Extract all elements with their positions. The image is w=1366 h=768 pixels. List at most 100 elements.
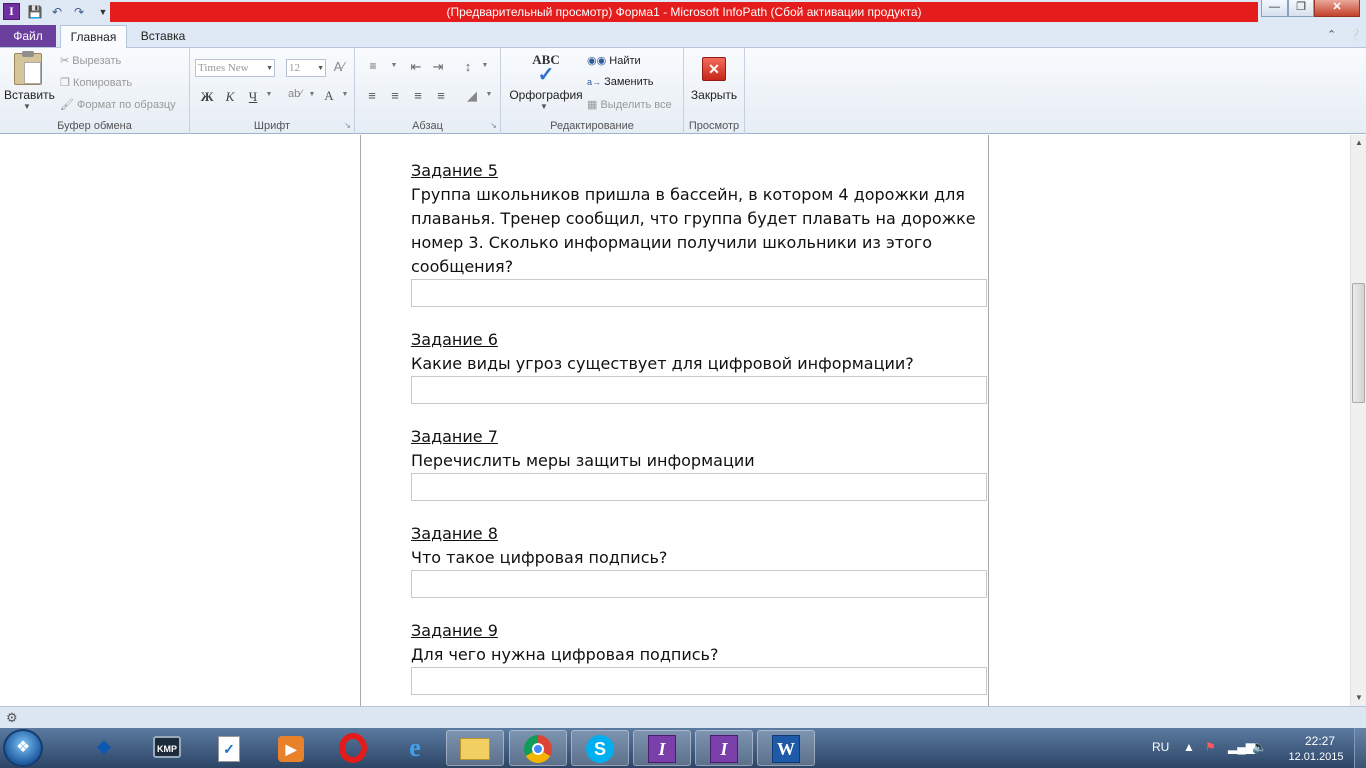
highlight-dropdown-icon[interactable]: ▼ bbox=[303, 91, 321, 98]
taskbar: ❖ ❖ KMP ✓ ▶ e S I I W RU ▲ ⚑ ▂▄▆ 🔈 22:27… bbox=[0, 728, 1366, 768]
media-player-icon[interactable]: ▶ bbox=[262, 730, 320, 766]
minimize-button[interactable]: — bbox=[1261, 0, 1288, 17]
answer-field-9[interactable] bbox=[411, 667, 987, 695]
status-bar: ⚙ bbox=[0, 706, 1366, 728]
network-icon[interactable]: ▂▄▆ bbox=[1228, 740, 1255, 754]
copy-icon: ❐ bbox=[60, 77, 70, 89]
replace-label: Заменить bbox=[604, 76, 654, 88]
copy-button[interactable]: ❐ Копировать bbox=[60, 76, 132, 89]
language-indicator[interactable]: RU bbox=[1152, 740, 1169, 754]
task-question: Какие виды угроз существует для цифровой… bbox=[411, 354, 914, 373]
save-icon[interactable]: 💾 bbox=[27, 4, 43, 20]
infopath-app-icon[interactable]: I bbox=[3, 3, 20, 20]
paste-dropdown-icon[interactable]: ▼ bbox=[23, 102, 31, 111]
file-explorer-icon[interactable] bbox=[446, 730, 504, 766]
action-center-icon[interactable]: ⚑ bbox=[1205, 740, 1216, 754]
font-name-combo[interactable]: Times New Roman ▼ bbox=[195, 59, 275, 77]
justify-icon[interactable]: ≡ bbox=[432, 88, 450, 103]
form-status-icon[interactable]: ⚙ bbox=[6, 710, 18, 726]
answer-field-5[interactable] bbox=[411, 279, 987, 307]
font-size-value: 12 bbox=[289, 62, 300, 74]
undo-icon[interactable]: ↶ bbox=[49, 4, 65, 20]
scrollbar-thumb[interactable] bbox=[1352, 283, 1365, 403]
bold-button[interactable]: Ж bbox=[198, 89, 216, 105]
bullets-icon[interactable]: ≡ bbox=[363, 59, 383, 73]
answer-field-7[interactable] bbox=[411, 473, 987, 501]
internet-explorer-icon[interactable]: e bbox=[386, 730, 444, 766]
select-all-button[interactable]: ▦ Выделить все bbox=[587, 98, 672, 111]
find-button[interactable]: ◉◉ Найти bbox=[587, 54, 641, 67]
line-spacing-icon[interactable]: ↕ bbox=[459, 59, 477, 74]
answer-field-6[interactable] bbox=[411, 376, 987, 404]
increase-indent-icon[interactable]: ⇥ bbox=[429, 59, 447, 75]
dialog-launcher-icon[interactable]: ↘ bbox=[344, 121, 351, 130]
paragraph-group-label: Абзац bbox=[412, 120, 443, 132]
redo-icon[interactable]: ↷ bbox=[71, 4, 87, 20]
close-preview-icon[interactable]: ✕ bbox=[702, 57, 726, 81]
tab-insert[interactable]: Вставка bbox=[131, 25, 195, 47]
format-painter-button[interactable]: 🖌 Формат по образцу bbox=[60, 98, 176, 111]
clear-formatting-icon[interactable]: A⁄ bbox=[330, 59, 348, 74]
customize-qat-icon[interactable]: ▼ bbox=[95, 4, 111, 20]
tab-home[interactable]: Главная bbox=[60, 25, 127, 49]
preview-group-label: Просмотр bbox=[688, 120, 740, 132]
word-icon[interactable]: W bbox=[757, 730, 815, 766]
line-spacing-dropdown-icon[interactable]: ▼ bbox=[476, 62, 494, 69]
opera-icon[interactable] bbox=[324, 730, 382, 766]
vertical-scrollbar[interactable]: ▲ ▼ bbox=[1350, 135, 1366, 706]
underline-dropdown-icon[interactable]: ▼ bbox=[260, 91, 278, 98]
task-question: Для чего нужна цифровая подпись? bbox=[411, 645, 719, 664]
spelling-button[interactable]: Орфография bbox=[505, 88, 587, 102]
dialog-launcher-icon[interactable]: ↘ bbox=[490, 121, 497, 130]
volume-icon[interactable]: 🔈 bbox=[1252, 740, 1267, 754]
chrome-icon[interactable] bbox=[509, 730, 567, 766]
spelling-icon[interactable]: ABC ✓ bbox=[529, 52, 563, 85]
task-7: Задание 7 Перечислить меры защиты информ… bbox=[411, 425, 987, 473]
bluetooth-icon[interactable]: ❖ bbox=[75, 730, 133, 766]
maximize-button[interactable]: ❐ bbox=[1288, 0, 1314, 17]
shading-dropdown-icon[interactable]: ▼ bbox=[480, 91, 498, 98]
task-6: Задание 6 Какие виды угроз существует дл… bbox=[411, 328, 987, 376]
start-button[interactable]: ❖ bbox=[3, 729, 43, 767]
font-color-dropdown-icon[interactable]: ▼ bbox=[336, 91, 354, 98]
task-title: Задание 6 bbox=[411, 330, 498, 349]
infopath-icon[interactable]: I bbox=[695, 730, 753, 766]
align-left-icon[interactable]: ≡ bbox=[363, 88, 381, 103]
clock-time[interactable]: 22:27 bbox=[1295, 734, 1345, 748]
highlight-icon[interactable]: ab⁄ bbox=[286, 88, 304, 100]
infopath-icon[interactable]: I bbox=[633, 730, 691, 766]
align-right-icon[interactable]: ≡ bbox=[409, 88, 427, 103]
show-desktop-button[interactable] bbox=[1354, 728, 1366, 768]
task-question: Перечислить меры защиты информации bbox=[411, 451, 755, 470]
form-canvas: Задание 5 Группа школьников пришла в бас… bbox=[360, 135, 989, 706]
scroll-up-icon[interactable]: ▲ bbox=[1351, 135, 1366, 151]
ribbon: Вставить ▼ ✂ Вырезать ❐ Копировать 🖌 Фор… bbox=[0, 48, 1366, 134]
tab-file[interactable]: Файл bbox=[0, 25, 56, 47]
bullets-dropdown-icon[interactable]: ▼ bbox=[385, 62, 403, 69]
align-center-icon[interactable]: ≡ bbox=[386, 88, 404, 103]
font-size-combo[interactable]: 12 ▼ bbox=[286, 59, 326, 77]
binoculars-icon: ◉◉ bbox=[587, 55, 607, 67]
decrease-indent-icon[interactable]: ⇤ bbox=[407, 59, 425, 75]
window-title: (Предварительный просмотр) Форма1 - Micr… bbox=[110, 2, 1258, 22]
answer-field-8[interactable] bbox=[411, 570, 987, 598]
chevron-down-icon: ▼ bbox=[266, 64, 273, 72]
italic-button[interactable]: К bbox=[221, 89, 239, 105]
close-window-button[interactable]: ✕ bbox=[1314, 0, 1360, 17]
tasks-icon[interactable]: ✓ bbox=[200, 730, 258, 766]
copy-label: Копировать bbox=[72, 77, 133, 89]
close-preview-button[interactable]: Закрыть bbox=[684, 88, 744, 102]
paste-icon[interactable] bbox=[14, 51, 42, 85]
paste-button[interactable]: Вставить bbox=[4, 88, 55, 102]
shading-icon[interactable]: ◢ bbox=[463, 88, 481, 104]
skype-icon[interactable]: S bbox=[571, 730, 629, 766]
cut-button[interactable]: ✂ Вырезать bbox=[60, 54, 121, 67]
spelling-dropdown-icon[interactable]: ▼ bbox=[540, 102, 548, 111]
scroll-down-icon[interactable]: ▼ bbox=[1351, 690, 1366, 706]
kmplayer-icon[interactable]: KMP bbox=[138, 730, 196, 766]
replace-button[interactable]: a→ Заменить bbox=[587, 76, 654, 88]
collapse-ribbon-icon[interactable]: ⌃ bbox=[1327, 28, 1336, 41]
show-hidden-icons-icon[interactable]: ▲ bbox=[1183, 740, 1195, 754]
clock-date[interactable]: 12.01.2015 bbox=[1283, 751, 1349, 763]
help-icon[interactable]: ❔ bbox=[1348, 28, 1362, 41]
